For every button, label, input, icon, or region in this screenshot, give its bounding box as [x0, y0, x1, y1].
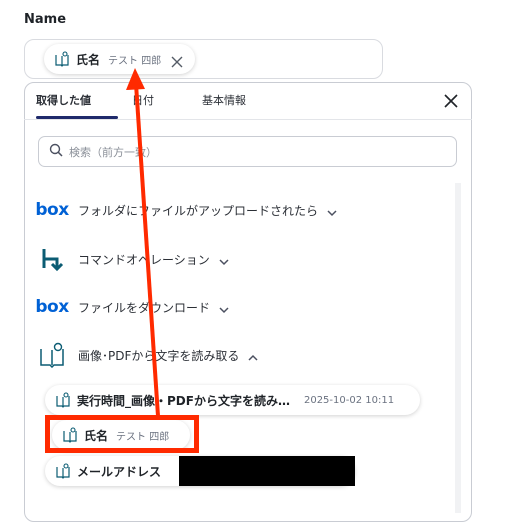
annotation-arrow [126, 68, 160, 417]
